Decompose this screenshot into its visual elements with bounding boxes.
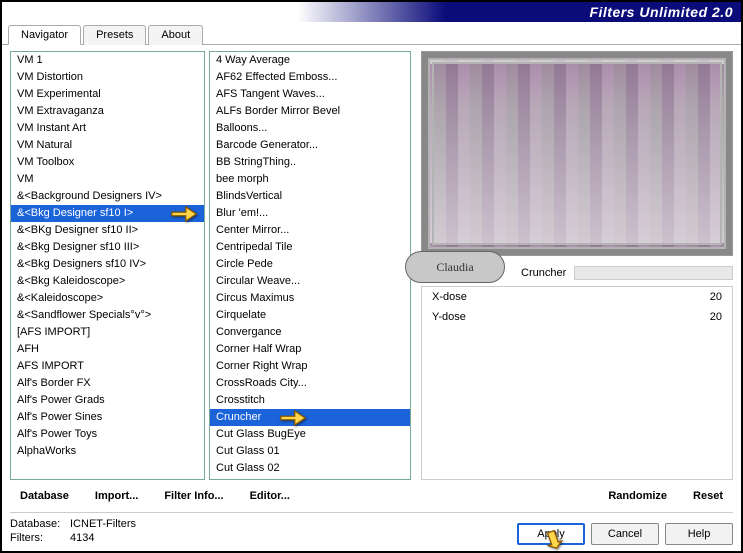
help-button[interactable]: Help [665, 523, 733, 545]
editor-button[interactable]: Editor... [242, 486, 298, 506]
list-item[interactable]: Corner Half Wrap [210, 341, 410, 358]
list-item[interactable]: AF62 Effected Emboss... [210, 69, 410, 86]
title-bar: Filters Unlimited 2.0 [2, 2, 741, 22]
parameter-row[interactable]: X-dose20 [422, 287, 732, 307]
list-item[interactable]: Circle Pede [210, 256, 410, 273]
list-item[interactable]: &<Background Designers IV> [11, 188, 204, 205]
list-item[interactable]: VM Extravaganza [11, 103, 204, 120]
list-item[interactable]: Barcode Generator... [210, 137, 410, 154]
list-item[interactable]: Corner Right Wrap [210, 358, 410, 375]
parameter-value: 20 [710, 291, 722, 303]
list-item[interactable]: AlphaWorks [11, 443, 204, 460]
list-item[interactable]: Alf's Power Toys [11, 426, 204, 443]
list-item[interactable]: Alf's Border FX [11, 375, 204, 392]
list-item[interactable]: Cirquelate [210, 307, 410, 324]
list-item[interactable]: CrossRoads City... [210, 375, 410, 392]
tab-bar: NavigatorPresetsAbout [2, 22, 741, 45]
list-item[interactable]: Cruncher [210, 409, 410, 426]
preview-image [421, 51, 733, 256]
list-item[interactable]: Circus Maximus [210, 290, 410, 307]
list-item[interactable]: Center Mirror... [210, 222, 410, 239]
list-item[interactable]: AFS IMPORT [11, 358, 204, 375]
list-item[interactable]: &<Bkg Kaleidoscope> [11, 273, 204, 290]
cancel-button[interactable]: Cancel [591, 523, 659, 545]
filter-info-button[interactable]: Filter Info... [156, 486, 231, 506]
filter-name-bar [574, 266, 733, 280]
list-item[interactable]: Crosstitch [210, 392, 410, 409]
list-item[interactable]: Cut Glass 02 [210, 460, 410, 477]
list-item[interactable]: &<Sandflower Specials°v°> [11, 307, 204, 324]
window-title: Filters Unlimited 2.0 [589, 4, 733, 20]
list-item[interactable]: BlindsVertical [210, 188, 410, 205]
list-item[interactable]: AFH [11, 341, 204, 358]
list-item[interactable]: &<Kaleidoscope> [11, 290, 204, 307]
list-item[interactable]: &<Bkg Designers sf10 IV> [11, 256, 204, 273]
parameter-label: X-dose [432, 291, 710, 303]
tab-navigator[interactable]: Navigator [8, 25, 81, 45]
list-item[interactable]: Cut Glass 01 [210, 443, 410, 460]
list-item[interactable]: &<Bkg Designer sf10 I> [11, 205, 204, 222]
database-button[interactable]: Database [12, 486, 77, 506]
bottom-toolbar: Database Import... Filter Info... Editor… [2, 480, 741, 512]
list-item[interactable]: Alf's Power Grads [11, 392, 204, 409]
current-filter-name: Cruncher [521, 267, 566, 279]
list-item[interactable]: Circular Weave... [210, 273, 410, 290]
parameter-label: Y-dose [432, 311, 710, 323]
list-item[interactable]: bee morph [210, 171, 410, 188]
parameter-panel: X-dose20Y-dose20 [421, 286, 733, 480]
tab-presets[interactable]: Presets [83, 25, 146, 45]
import-button[interactable]: Import... [87, 486, 146, 506]
apply-button[interactable]: Apply [517, 523, 585, 545]
tab-about[interactable]: About [148, 25, 203, 45]
list-item[interactable]: VM Distortion [11, 69, 204, 86]
filter-list[interactable]: 4 Way AverageAF62 Effected Emboss...AFS … [209, 51, 411, 480]
list-item[interactable]: VM Instant Art [11, 120, 204, 137]
status-text: Database:ICNET-Filters Filters:4134 [10, 517, 136, 545]
list-item[interactable]: Balloons... [210, 120, 410, 137]
list-item[interactable]: [AFS IMPORT] [11, 324, 204, 341]
list-item[interactable]: VM Experimental [11, 86, 204, 103]
list-item[interactable]: VM Toolbox [11, 154, 204, 171]
list-item[interactable]: VM Natural [11, 137, 204, 154]
reset-button[interactable]: Reset [685, 486, 731, 506]
category-list[interactable]: VM 1VM DistortionVM ExperimentalVM Extra… [10, 51, 205, 480]
list-item[interactable]: Centripedal Tile [210, 239, 410, 256]
list-item[interactable]: VM [11, 171, 204, 188]
list-item[interactable]: Convergance [210, 324, 410, 341]
list-item[interactable]: AFS Tangent Waves... [210, 86, 410, 103]
list-item[interactable]: Cut Glass BugEye [210, 426, 410, 443]
list-item[interactable]: ALFs Border Mirror Bevel [210, 103, 410, 120]
list-item[interactable]: &<BKg Designer sf10 II> [11, 222, 204, 239]
list-item[interactable]: 4 Way Average [210, 52, 410, 69]
randomize-button[interactable]: Randomize [600, 486, 675, 506]
list-item[interactable]: Blur 'em!... [210, 205, 410, 222]
list-item[interactable]: VM 1 [11, 52, 204, 69]
list-item[interactable]: BB StringThing.. [210, 154, 410, 171]
list-item[interactable]: &<Bkg Designer sf10 III> [11, 239, 204, 256]
parameter-value: 20 [710, 311, 722, 323]
parameter-row[interactable]: Y-dose20 [422, 307, 732, 327]
list-item[interactable]: Alf's Power Sines [11, 409, 204, 426]
